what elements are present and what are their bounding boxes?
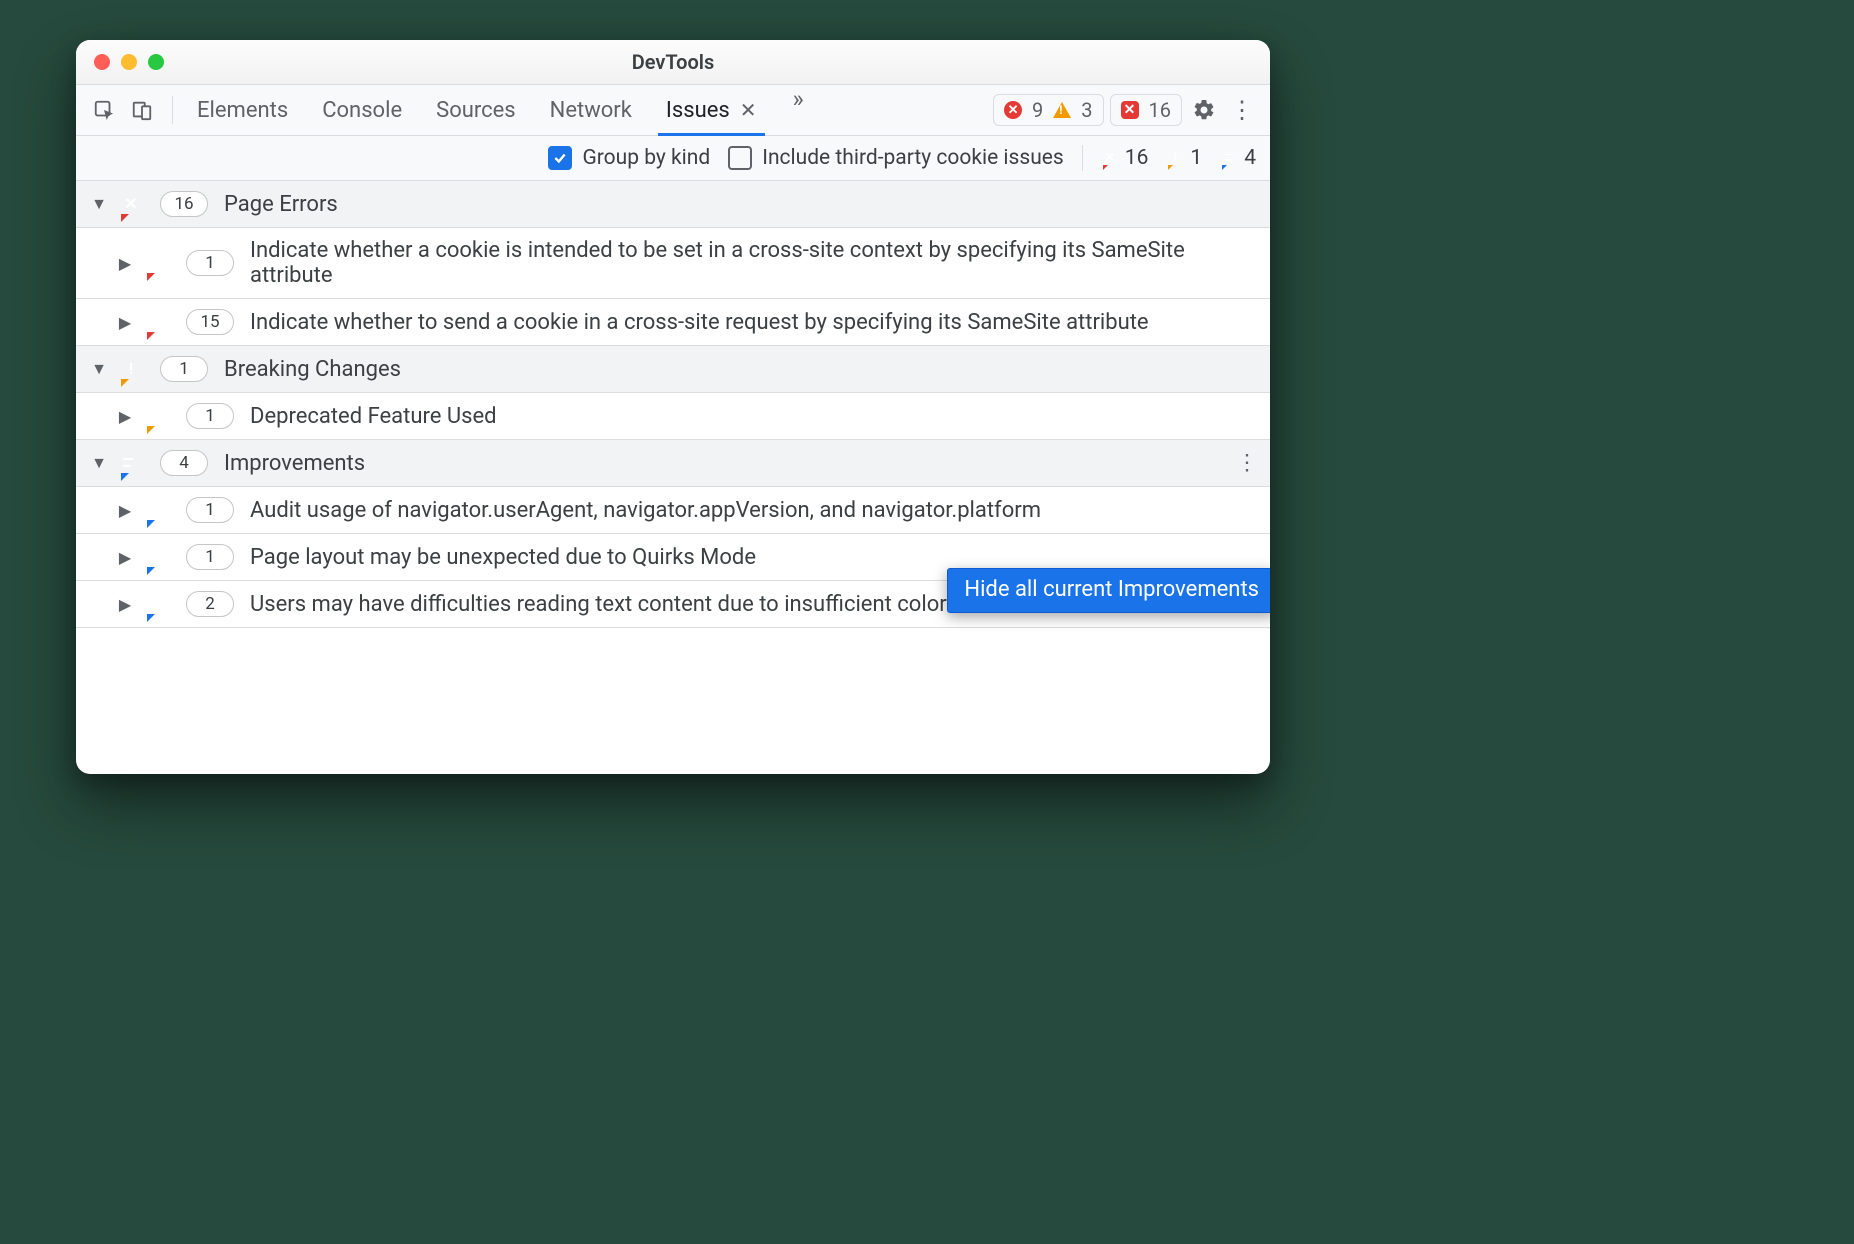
issue-row[interactable]: ▶ ✕ 1 Indicate whether a cookie is inten… — [76, 228, 1270, 299]
checkbox-checked-icon — [548, 146, 572, 170]
chevron-right-icon: ▶ — [116, 595, 134, 614]
tab-network[interactable]: Network — [546, 85, 636, 135]
group-header-page-errors[interactable]: ▼ ✕ 16 Page Errors — [76, 181, 1270, 228]
issue-count-badge: 15 — [186, 309, 234, 335]
tab-sources[interactable]: Sources — [432, 85, 520, 135]
info-bubble-icon — [144, 591, 170, 617]
error-bubble-icon: ✕ — [1101, 149, 1119, 167]
close-window-button[interactable] — [94, 54, 110, 70]
group-more-options-icon[interactable]: ⋮ — [1236, 451, 1258, 476]
info-bubble-icon — [144, 497, 170, 523]
error-bubble-icon: ✕ — [144, 250, 170, 276]
info-bubble-icon — [1220, 149, 1238, 167]
issue-row[interactable]: ▶ ! 1 Deprecated Feature Used — [76, 393, 1270, 440]
issues-options-bar: Group by kind Include third-party cookie… — [76, 136, 1270, 181]
issues-status-chip[interactable]: ✕ 16 — [1110, 94, 1182, 126]
third-party-cookies-label: Include third-party cookie issues — [762, 146, 1064, 170]
tab-issues[interactable]: Issues ✕ — [662, 85, 761, 135]
window-title: DevTools — [76, 50, 1270, 74]
third-party-cookies-checkbox[interactable]: Include third-party cookie issues — [728, 146, 1064, 170]
more-tabs-icon[interactable]: » — [793, 85, 804, 135]
separator — [172, 96, 173, 124]
chevron-right-icon: ▶ — [116, 254, 134, 273]
chevron-right-icon: ▶ — [116, 313, 134, 332]
context-menu-item-label: Hide all current Improvements — [964, 577, 1259, 602]
inspect-element-icon[interactable] — [88, 94, 120, 126]
main-toolbar: Elements Console Sources Network Issues … — [76, 85, 1270, 136]
group-header-improvements[interactable]: ▼ 4 Improvements ⋮ — [76, 440, 1270, 487]
issue-label: Deprecated Feature Used — [250, 404, 1256, 429]
issue-label: Page layout may be unexpected due to Qui… — [250, 545, 1256, 570]
issue-row[interactable]: ▶ ✕ 15 Indicate whether to send a cookie… — [76, 299, 1270, 346]
device-toolbar-icon[interactable] — [126, 94, 158, 126]
issue-label: Indicate whether a cookie is intended to… — [250, 238, 1256, 288]
issues-error-icon: ✕ — [1121, 101, 1139, 119]
issue-count-badge: 1 — [186, 250, 234, 276]
summary-errors[interactable]: ✕ 16 — [1101, 146, 1149, 170]
context-menu-hide-improvements[interactable]: Hide all current Improvements — [947, 568, 1270, 613]
issue-label: Indicate whether to send a cookie in a c… — [250, 310, 1256, 335]
group-by-kind-label: Group by kind — [582, 146, 710, 170]
issue-row[interactable]: ▶ 1 Audit usage of navigator.userAgent, … — [76, 487, 1270, 534]
group-count-badge: 4 — [160, 450, 208, 476]
zoom-window-button[interactable] — [148, 54, 164, 70]
settings-icon[interactable] — [1188, 94, 1220, 126]
warning-count: 3 — [1081, 98, 1092, 122]
chevron-right-icon: ▶ — [116, 548, 134, 567]
info-bubble-icon — [118, 450, 144, 476]
close-tab-icon[interactable]: ✕ — [740, 98, 757, 122]
chevron-down-icon: ▼ — [90, 194, 108, 214]
group-title: Breaking Changes — [224, 357, 401, 382]
chevron-down-icon: ▼ — [90, 453, 108, 473]
titlebar: DevTools — [76, 40, 1270, 85]
issues-error-count: 16 — [1149, 98, 1171, 122]
tab-strip: Elements Console Sources Network Issues … — [193, 85, 804, 135]
chevron-down-icon: ▼ — [90, 359, 108, 379]
group-count-badge: 16 — [160, 191, 208, 217]
window-controls — [94, 54, 164, 70]
console-status-chip[interactable]: ✕ 9 3 — [993, 94, 1104, 126]
minimize-window-button[interactable] — [121, 54, 137, 70]
error-bubble-icon: ✕ — [118, 191, 144, 217]
error-count: 9 — [1032, 98, 1043, 122]
group-title: Improvements — [224, 451, 365, 476]
devtools-window: DevTools Elements Console Sources — [76, 40, 1270, 774]
warning-bubble-icon: ! — [1166, 149, 1184, 167]
summary-warnings[interactable]: ! 1 — [1166, 146, 1202, 170]
issue-count-badge: 1 — [186, 544, 234, 570]
info-bubble-icon — [144, 544, 170, 570]
issue-label: Audit usage of navigator.userAgent, navi… — [250, 498, 1256, 523]
chevron-right-icon: ▶ — [116, 501, 134, 520]
tab-elements[interactable]: Elements — [193, 85, 292, 135]
group-count-badge: 1 — [160, 356, 208, 382]
warning-icon — [1053, 102, 1071, 118]
checkbox-unchecked-icon — [728, 146, 752, 170]
warning-bubble-icon: ! — [144, 403, 170, 429]
issue-count-badge: 2 — [186, 591, 234, 617]
chevron-right-icon: ▶ — [116, 407, 134, 426]
group-header-breaking-changes[interactable]: ▼ ! 1 Breaking Changes — [76, 346, 1270, 393]
tab-console[interactable]: Console — [318, 85, 406, 135]
warning-bubble-icon: ! — [118, 356, 144, 382]
separator — [1082, 145, 1083, 171]
more-options-icon[interactable]: ⋮ — [1226, 94, 1258, 126]
error-icon: ✕ — [1004, 101, 1022, 119]
error-bubble-icon: ✕ — [144, 309, 170, 335]
group-by-kind-checkbox[interactable]: Group by kind — [548, 146, 710, 170]
summary-info[interactable]: 4 — [1220, 146, 1256, 170]
issue-count-badge: 1 — [186, 497, 234, 523]
group-title: Page Errors — [224, 192, 338, 217]
issue-count-badge: 1 — [186, 403, 234, 429]
issues-list: ▼ ✕ 16 Page Errors ▶ ✕ 1 Indicate whethe… — [76, 181, 1270, 628]
